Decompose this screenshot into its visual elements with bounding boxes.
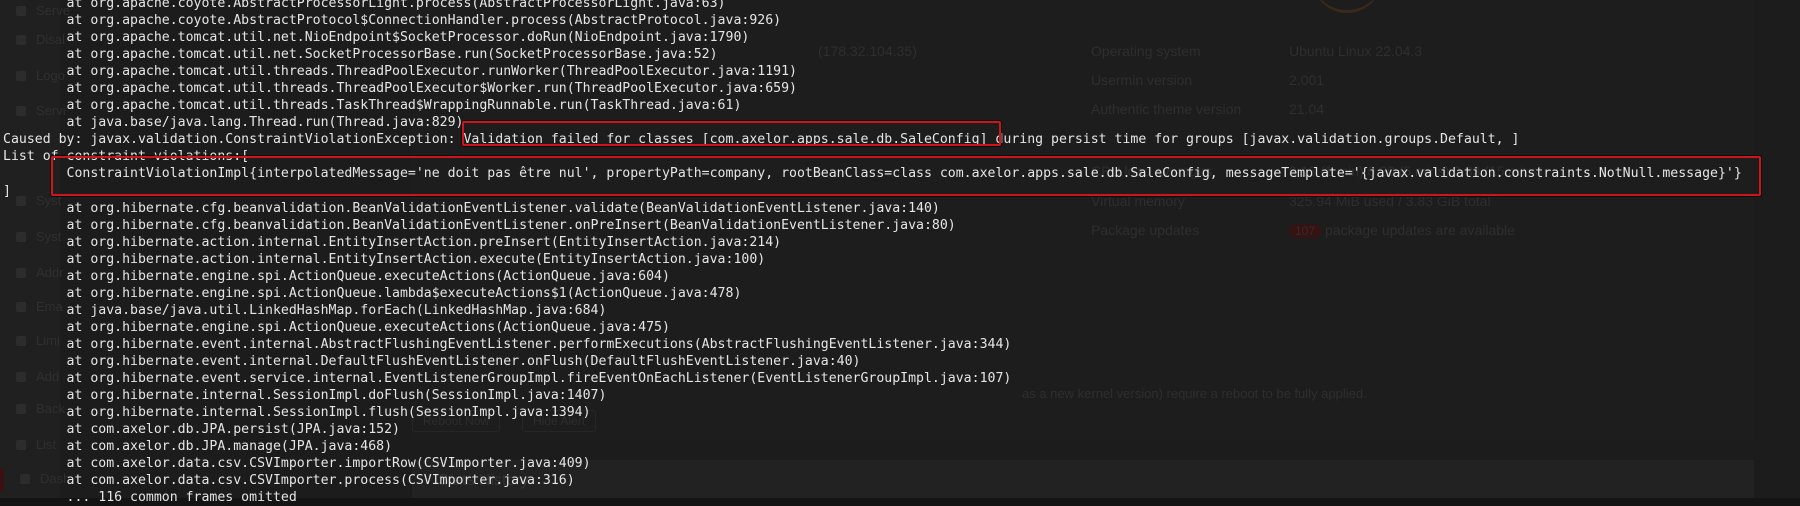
stack-trace-line: at org.apache.tomcat.util.threads.TaskTh…	[3, 98, 742, 113]
stack-trace-line: at org.hibernate.engine.spi.ActionQueue.…	[3, 269, 670, 284]
stack-trace-line: at com.axelor.db.JPA.persist(JPA.java:15…	[3, 422, 400, 437]
stack-trace-line: at org.hibernate.cfg.beanvalidation.Bean…	[3, 201, 940, 216]
stack-trace-line: at org.apache.tomcat.util.net.SocketProc…	[3, 47, 718, 62]
stack-trace-line: Caused by: javax.validation.ConstraintVi…	[3, 132, 1520, 147]
stack-trace-line: at com.axelor.data.csv.CSVImporter.proce…	[3, 473, 575, 488]
stack-trace-line: at org.apache.tomcat.util.threads.Thread…	[3, 81, 797, 96]
stack-trace-line: at org.hibernate.event.internal.DefaultF…	[3, 354, 861, 369]
stack-trace-line: at com.axelor.db.JPA.manage(JPA.java:468…	[3, 439, 393, 454]
stack-trace-line: at java.base/java.util.LinkedHashMap.for…	[3, 303, 607, 318]
stack-trace-line: at org.apache.coyote.AbstractProcessorLi…	[3, 0, 726, 11]
stack-trace-line: ConstraintViolationImpl{interpolatedMess…	[3, 166, 1742, 181]
stack-trace-line: at org.hibernate.internal.SessionImpl.fl…	[3, 405, 591, 420]
stack-trace-line: at org.hibernate.event.service.internal.…	[3, 371, 1012, 386]
stack-trace-line: at org.hibernate.event.internal.Abstract…	[3, 337, 1012, 352]
stack-trace-line: at org.apache.coyote.AbstractProtocol$Co…	[3, 13, 782, 28]
stack-trace-line: at org.hibernate.action.internal.EntityI…	[3, 235, 782, 250]
stack-trace-line: at org.hibernate.action.internal.EntityI…	[3, 252, 766, 267]
stack-trace-line: at org.hibernate.cfg.beanvalidation.Bean…	[3, 218, 956, 233]
stack-trace-line: at org.hibernate.engine.spi.ActionQueue.…	[3, 320, 670, 335]
stack-trace-line: at org.hibernate.internal.SessionImpl.do…	[3, 388, 607, 403]
terminal-stack-trace: at org.apache.coyote.AbstractProcessorLi…	[0, 0, 1800, 505]
stack-trace-line: at org.apache.tomcat.util.threads.Thread…	[3, 64, 797, 79]
stack-trace-line: at org.hibernate.engine.spi.ActionQueue.…	[3, 286, 742, 301]
stack-trace-line: at com.axelor.data.csv.CSVImporter.impor…	[3, 456, 591, 471]
stack-trace-line: List of constraint violations:[	[3, 149, 250, 164]
stack-trace-line: at org.apache.tomcat.util.net.NioEndpoin…	[3, 30, 750, 45]
stack-trace-line: at java.base/java.lang.Thread.run(Thread…	[3, 115, 464, 130]
stack-trace-line: ]	[3, 184, 11, 199]
